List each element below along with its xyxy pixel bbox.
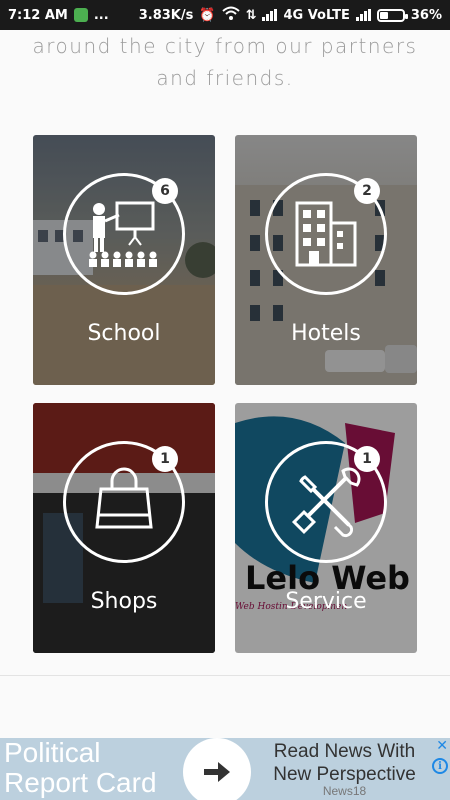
- teacher-classroom-icon: [89, 201, 157, 267]
- category-label: Shops: [90, 589, 158, 614]
- count-badge: 1: [354, 446, 380, 472]
- signal-icon-2: [355, 9, 371, 21]
- main-content: around the city from our partners and fr…: [0, 30, 450, 705]
- network-speed: 3.83K/s: [138, 7, 194, 23]
- category-label: Service: [285, 589, 367, 614]
- section-divider: [0, 675, 450, 676]
- count-badge: 1: [152, 446, 178, 472]
- category-tile-school[interactable]: 6 School: [33, 135, 215, 385]
- ad-headline-line2: Report Card: [4, 767, 157, 798]
- notification-icon: [73, 8, 88, 22]
- arrow-right-icon: [204, 762, 230, 782]
- ad-close-icon[interactable]: ✕: [436, 738, 448, 754]
- ad-tagline: Read News With New Perspective: [273, 741, 416, 785]
- battery-icon: [376, 8, 408, 22]
- ad-source: News18: [322, 784, 367, 798]
- ad-info-icon[interactable]: i: [432, 758, 448, 774]
- data-transfer-icon: ⇅: [245, 7, 257, 23]
- count-badge: 2: [354, 178, 380, 204]
- intro-line-2: and friends.: [156, 66, 294, 90]
- ad-headline: Political Report Card: [4, 738, 157, 798]
- clock: 7:12 AM: [8, 7, 68, 23]
- intro-text: around the city from our partners and fr…: [0, 30, 450, 94]
- category-tile-hotels[interactable]: 2 Hotels: [235, 135, 417, 385]
- battery-percent: 36%: [410, 7, 442, 23]
- ad-banner[interactable]: Political Report Card Read News With New…: [0, 738, 450, 800]
- category-tile-service[interactable]: Lelo Web Web Hostin Developmen 1 Service: [235, 403, 417, 653]
- tools-icon: [291, 467, 361, 538]
- signal-icon: [262, 9, 278, 21]
- alarm-icon: ⏰: [199, 7, 216, 23]
- shopping-bag-icon: [95, 467, 153, 529]
- intro-line-1: around the city from our partners: [32, 34, 418, 58]
- category-tile-shops[interactable]: 1 Shops: [33, 403, 215, 653]
- category-label: Hotels: [291, 321, 361, 346]
- more-notifications-icon: ...: [93, 7, 109, 23]
- building-icon: [295, 201, 357, 267]
- category-label: School: [87, 321, 161, 346]
- network-type: 4G VoLTE: [283, 7, 350, 23]
- wifi-icon: [221, 6, 240, 24]
- count-badge: 6: [152, 178, 178, 204]
- status-bar: 7:12 AM ... 3.83K/s ⏰ ⇅ 4G VoLTE 36%: [0, 0, 450, 30]
- ad-headline-line1: Political: [4, 738, 101, 768]
- ad-arrow-button[interactable]: [183, 738, 251, 800]
